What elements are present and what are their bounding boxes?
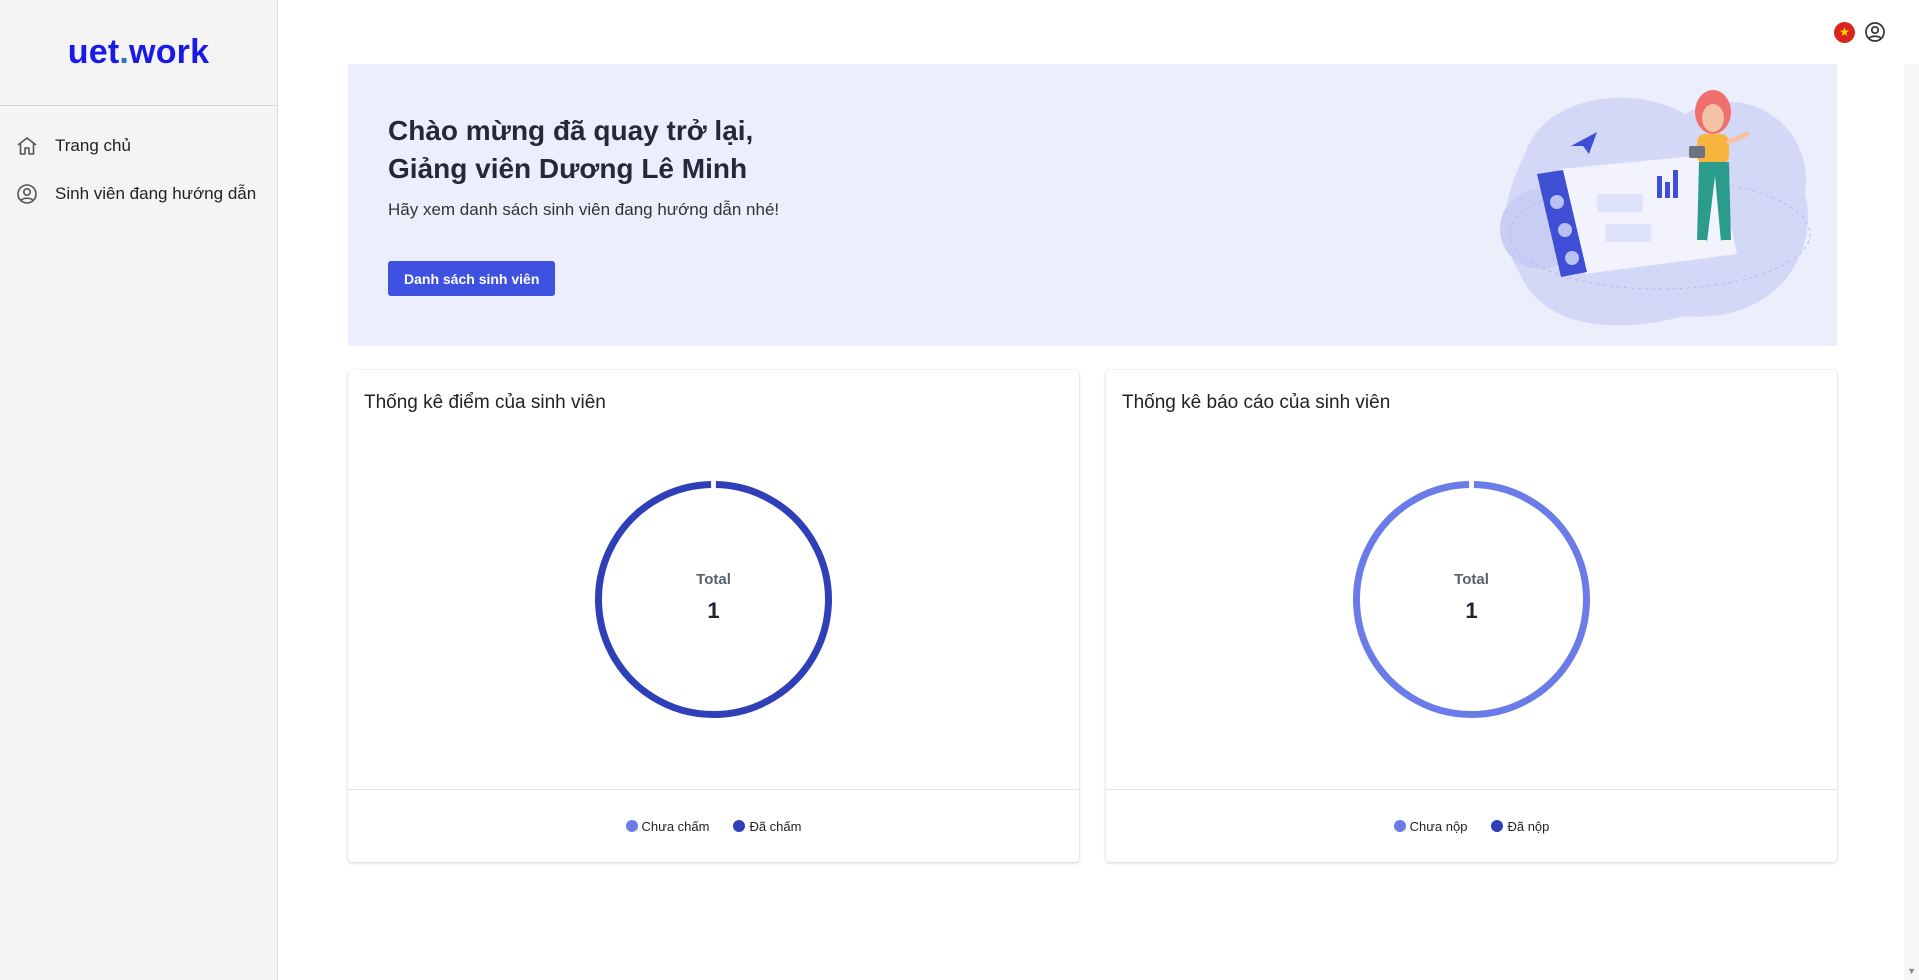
scroll-down-icon[interactable]: ▼ — [1907, 966, 1916, 976]
page-scrollbar[interactable]: ▼ — [1904, 64, 1919, 980]
main-content: Chào mừng đã quay trở lại, Giảng viên Dư… — [348, 64, 1837, 862]
donut-total-value: 1 — [707, 598, 720, 623]
legend-label: Chưa chấm — [641, 818, 710, 834]
chart-legend: Chưa nộp Đã nộp — [1106, 789, 1837, 862]
donut-total-label: Total — [696, 571, 731, 588]
welcome-subtitle: Hãy xem danh sách sinh viên đang hướng d… — [388, 200, 780, 219]
brand-logo-dot: . — [119, 33, 130, 71]
brand-logo-part1: uet — [67, 33, 120, 71]
vietnam-flag-icon[interactable]: ★ — [1834, 21, 1855, 43]
user-circle-icon[interactable] — [1863, 20, 1887, 44]
sidebar-item-home[interactable]: Trang chủ — [0, 122, 277, 170]
report-stats-card: Thống kê báo cáo của sinh viên Total 1 C… — [1106, 370, 1837, 862]
legend-item-ungraded[interactable]: Chưa chấm — [625, 818, 710, 834]
welcome-title: Chào mừng đã quay trở lại, Giảng viên Dư… — [388, 112, 779, 188]
welcome-title-line2: Giảng viên Dương Lê Minh — [388, 153, 748, 184]
card-title: Thống kê báo cáo của sinh viên — [1122, 392, 1391, 413]
statistics-cards: Thống kê điểm của sinh viên Total 1 Chưa… — [348, 370, 1837, 862]
legend-item-submitted[interactable]: Đã nộp — [1491, 819, 1549, 834]
legend-dot — [1491, 820, 1504, 832]
legend-label: Chưa nộp — [1409, 818, 1468, 834]
sidebar-item-students[interactable]: Sinh viên đang hướng dẫn — [0, 170, 277, 218]
student-list-button[interactable]: Danh sách sinh viên — [388, 261, 556, 296]
topbar-actions: ★ — [1834, 20, 1887, 44]
welcome-banner: Chào mừng đã quay trở lại, Giảng viên Dư… — [348, 64, 1837, 346]
legend-dot — [1393, 820, 1406, 832]
grade-stats-card: Thống kê điểm của sinh viên Total 1 Chưa… — [348, 370, 1079, 862]
sidebar-item-label: Sinh viên đang hướng dẫn — [55, 184, 257, 203]
legend-label: Đã nộp — [1507, 818, 1550, 834]
legend-item-not-submitted[interactable]: Chưa nộp — [1393, 818, 1468, 834]
legend-dot — [733, 820, 746, 832]
home-icon — [15, 134, 39, 158]
legend-label: Đã chấm — [749, 818, 802, 834]
legend-dot — [625, 820, 638, 832]
donut-total-label: Total — [1454, 571, 1489, 588]
welcome-title-line1: Chào mừng đã quay trở lại, — [388, 115, 754, 146]
brand-logo-part2: work — [129, 33, 210, 71]
brand-logo[interactable]: uet. work — [0, 0, 277, 106]
sidebar-item-label: Trang chủ — [55, 136, 131, 155]
card-title: Thống kê điểm của sinh viên — [364, 392, 606, 413]
sidebar-nav: Trang chủ Sinh viên đang hướng dẫn — [0, 106, 277, 218]
user-circle-icon — [15, 182, 39, 206]
donut-total-value: 1 — [1465, 598, 1478, 623]
legend-item-graded[interactable]: Đã chấm — [733, 819, 801, 834]
welcome-illustration — [1500, 90, 1811, 326]
chart-legend: Chưa chấm Đã chấm — [348, 789, 1079, 862]
sidebar: uet. work Trang chủ Sinh viên đang hướng … — [0, 0, 278, 980]
